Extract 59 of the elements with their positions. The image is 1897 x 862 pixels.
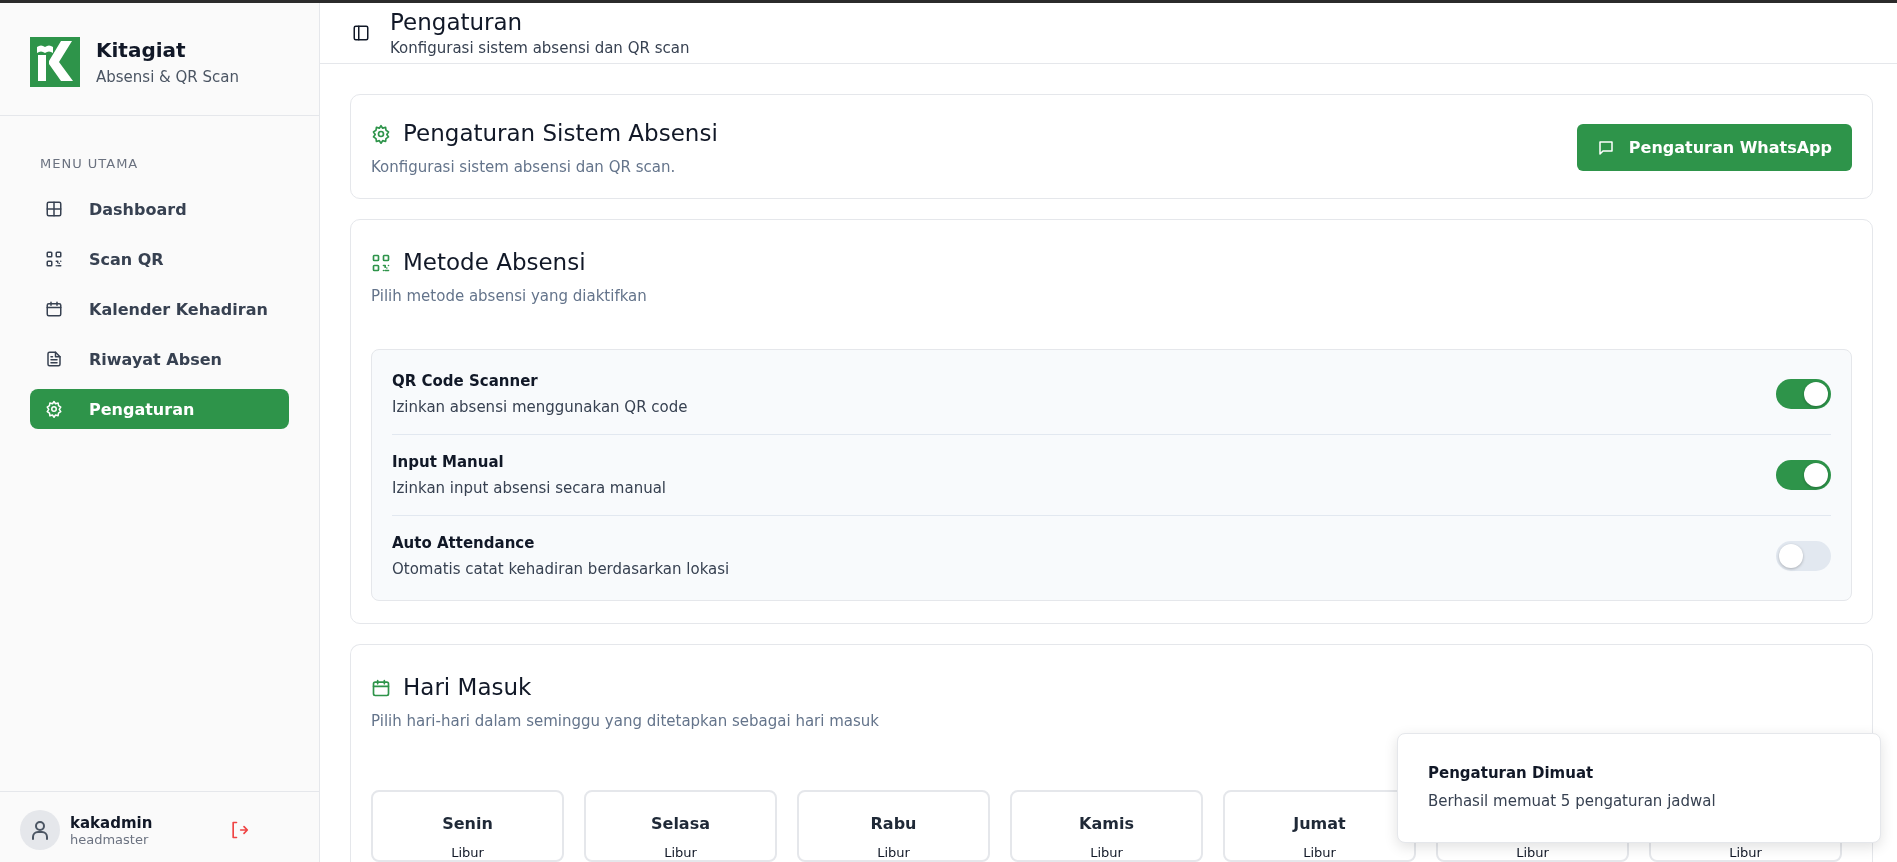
card-subtitle: Pilih metode absensi yang diaktifkan	[371, 287, 648, 305]
option-label: QR Code Scanner	[392, 372, 539, 390]
day-card[interactable]: Senin Libur	[371, 790, 564, 862]
card-title: Pengaturan Sistem Absensi	[403, 119, 718, 148]
day-status: Libur	[451, 845, 484, 860]
calendar-icon	[371, 677, 391, 698]
app-name: Kitagiat	[96, 38, 187, 62]
day-status: Libur	[1729, 845, 1762, 860]
day-name: Rabu	[870, 814, 917, 833]
day-status: Libur	[1516, 845, 1549, 860]
sidebar-item[interactable]: Scan QR	[30, 239, 289, 279]
option-label: Auto Attendance	[392, 534, 536, 552]
document-icon	[45, 350, 63, 368]
sidebar-item[interactable]: Dashboard	[30, 189, 289, 229]
day-status: Libur	[1303, 845, 1336, 860]
user-name: kakadmin	[70, 813, 154, 832]
toggle-switch[interactable]	[1776, 379, 1831, 409]
sidebar-item[interactable]: Pengaturan	[30, 389, 289, 429]
day-name: Senin	[442, 814, 493, 833]
qr-code-icon	[45, 250, 63, 268]
app-tagline: Absensi & QR Scan	[96, 68, 239, 86]
qr-code-icon	[371, 252, 391, 273]
calendar-icon	[45, 300, 63, 318]
sidebar-item[interactable]: Kalender Kehadiran	[30, 289, 289, 329]
card-title: Hari Masuk	[403, 673, 532, 702]
option-description: Otomatis catat kehadiran berdasarkan lokasi	[392, 560, 730, 578]
day-card[interactable]: Rabu Libur	[797, 790, 990, 862]
day-name: Jumat	[1293, 814, 1346, 833]
day-status: Libur	[664, 845, 697, 860]
sidebar-toggle-icon[interactable]	[352, 24, 370, 42]
day-card[interactable]: Selasa Libur	[584, 790, 777, 862]
day-status: Libur	[1090, 845, 1123, 860]
grid-icon	[45, 200, 63, 218]
avatar	[20, 810, 60, 850]
day-status: Libur	[877, 845, 910, 860]
section-label: MENU UTAMA	[39, 156, 140, 171]
page-subtitle: Konfigurasi sistem absensi dan QR scan	[390, 39, 690, 57]
settings-icon	[371, 123, 391, 144]
sidebar-item[interactable]: Riwayat Absen	[30, 339, 289, 379]
toggle-switch[interactable]	[1776, 460, 1831, 490]
option-description: Izinkan absensi menggunakan QR code	[392, 398, 688, 416]
card-title: Metode Absensi	[403, 248, 586, 277]
day-name: Selasa	[651, 814, 710, 833]
toast-message: Berhasil memuat 5 pengaturan jadwal	[1428, 792, 1717, 810]
toast-title: Pengaturan Dimuat	[1428, 764, 1595, 782]
chat-icon	[1596, 138, 1615, 157]
user-role: headmaster	[70, 831, 150, 847]
day-name: Kamis	[1079, 814, 1134, 833]
toggle-switch[interactable]	[1776, 541, 1831, 571]
whatsapp-settings-button[interactable]: Pengaturan WhatsApp	[1576, 124, 1852, 171]
logout-icon[interactable]	[229, 820, 249, 840]
card-subtitle: Pilih hari-hari dalam seminggu yang ditetapkan sebagai hari masuk	[371, 712, 880, 730]
card-subtitle: Konfigurasi sistem absensi dan QR scan.	[371, 158, 677, 176]
page-title: Pengaturan	[390, 9, 524, 35]
logo-icon	[30, 37, 80, 87]
option-description: Izinkan input absensi secara manual	[392, 479, 666, 497]
settings-icon	[45, 400, 63, 418]
day-card[interactable]: Kamis Libur	[1010, 790, 1203, 862]
option-label: Input Manual	[392, 453, 505, 471]
